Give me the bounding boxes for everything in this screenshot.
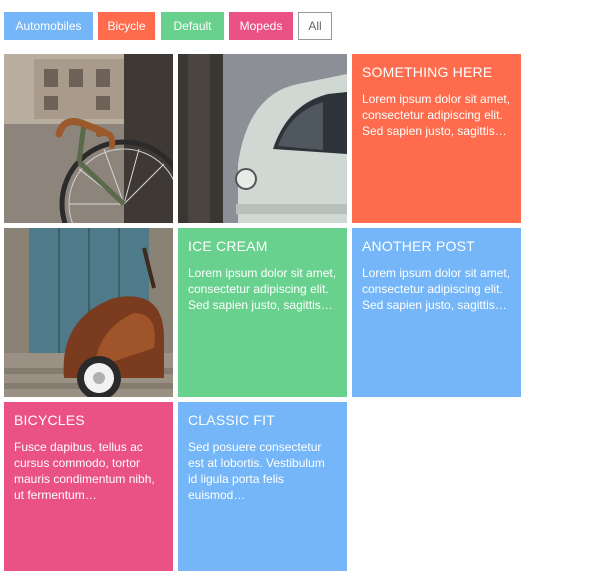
filter-mopeds-button[interactable]: Mopeds	[229, 12, 293, 40]
van-photo-tile[interactable]	[178, 54, 347, 223]
moped-photo	[4, 228, 173, 397]
post-title: CLASSIC FIT	[188, 412, 275, 428]
post-tile-classic-fit[interactable]: CLASSIC FIT Sed posuere consectetur est …	[178, 402, 347, 571]
post-excerpt: Fusce dapibus, tellus ac cursus commodo,…	[14, 440, 155, 502]
post-excerpt: Lorem ipsum dolor sit amet, consectetur …	[362, 92, 511, 138]
post-title: ICE CREAM	[188, 238, 268, 254]
bicycle-photo-tile[interactable]	[4, 54, 173, 223]
filter-automobiles-button[interactable]: Automobiles	[4, 12, 93, 40]
post-excerpt: Sed posuere consectetur est at lobortis.…	[188, 440, 325, 502]
post-tile-bicycles[interactable]: BICYCLES Fusce dapibus, tellus ac cursus…	[4, 402, 173, 571]
filter-all-button[interactable]: All	[298, 12, 332, 40]
post-title: ANOTHER POST	[362, 238, 475, 254]
post-title: BICYCLES	[14, 412, 85, 428]
filter-default-button[interactable]: Default	[161, 12, 224, 40]
post-excerpt: Lorem ipsum dolor sit amet, consectetur …	[362, 266, 511, 312]
post-excerpt: Lorem ipsum dolor sit amet, consectetur …	[188, 266, 337, 312]
post-title: SOMETHING HERE	[362, 64, 493, 80]
bicycle-photo	[4, 54, 173, 223]
post-tile-something-here[interactable]: SOMETHING HERE Lorem ipsum dolor sit ame…	[352, 54, 521, 223]
filter-bicycle-button[interactable]: Bicycle	[98, 12, 155, 40]
moped-photo-tile[interactable]	[4, 228, 173, 397]
van-photo	[178, 54, 347, 223]
post-tile-ice-cream[interactable]: ICE CREAM Lorem ipsum dolor sit amet, co…	[178, 228, 347, 397]
post-tile-another-post[interactable]: ANOTHER POST Lorem ipsum dolor sit amet,…	[352, 228, 521, 397]
